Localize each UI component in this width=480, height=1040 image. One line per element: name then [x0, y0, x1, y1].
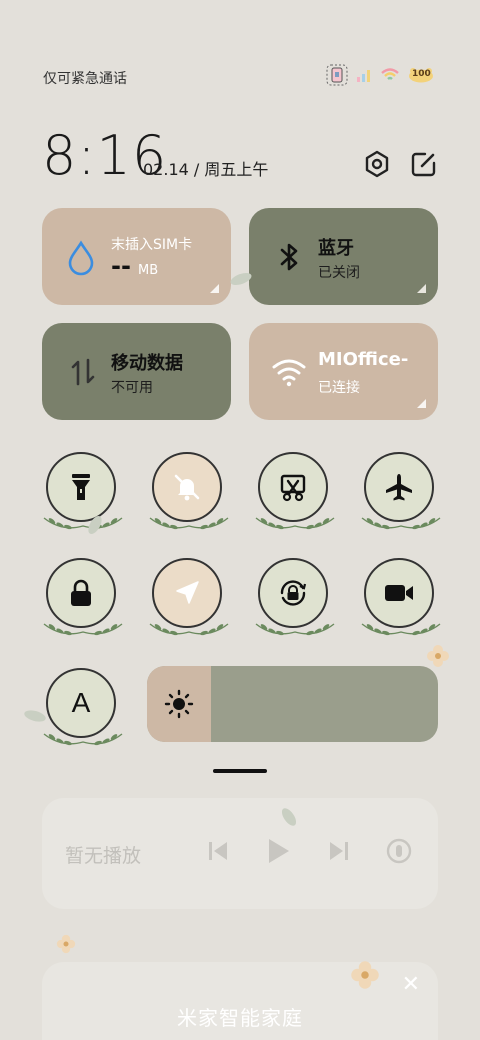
wifi-network-name: MIOffice- — [318, 349, 409, 370]
auto-brightness-label: A — [71, 687, 91, 718]
leaf-decoration — [149, 623, 229, 636]
location-arrow-icon — [176, 581, 199, 604]
lock-icon — [71, 579, 91, 606]
mobile-data-status: 不可用 — [111, 380, 153, 396]
next-icon[interactable] — [327, 836, 351, 866]
wifi-tile[interactable]: MIOffice- 已连接 — [249, 323, 438, 420]
previous-icon[interactable] — [206, 836, 230, 866]
mobile-data-title: 移动数据 — [111, 353, 183, 374]
brightness-slider[interactable] — [147, 666, 438, 742]
signal-icon — [357, 70, 370, 82]
screenshot-toggle[interactable] — [255, 452, 335, 530]
sim-status-label: 末插入SIM卡 — [111, 237, 193, 253]
data-transfer-icon — [71, 358, 95, 386]
status-icons: 100 — [326, 64, 434, 86]
flower-decoration — [56, 934, 76, 954]
screen-record-toggle[interactable] — [361, 558, 441, 636]
bluetooth-icon — [280, 243, 298, 271]
bell-off-icon — [174, 474, 200, 501]
sim-icon — [326, 64, 348, 86]
battery-level: 100 — [412, 69, 431, 79]
wifi-status: 已连接 — [318, 380, 360, 396]
water-drop-icon — [68, 240, 94, 276]
silent-mode-toggle[interactable] — [149, 452, 229, 530]
location-toggle[interactable] — [149, 558, 229, 636]
data-usage-unit: MB — [138, 263, 159, 278]
leaf-decoration — [24, 710, 46, 722]
leaf-decoration — [43, 733, 123, 746]
flashlight-icon — [72, 474, 90, 500]
data-usage-value: -- — [111, 252, 131, 280]
expand-corner-icon — [210, 284, 219, 293]
leaf-decoration — [149, 517, 229, 530]
flower-decoration — [427, 645, 449, 667]
drag-handle[interactable] — [213, 769, 267, 773]
flower-decoration — [351, 961, 379, 989]
leaf-decoration — [361, 517, 441, 530]
edit-icon[interactable] — [409, 149, 439, 179]
wifi-status-icon — [381, 68, 399, 80]
bluetooth-title: 蓝牙 — [318, 238, 354, 259]
wifi-icon — [272, 359, 306, 387]
media-status: 暂无播放 — [65, 845, 142, 867]
smart-home-title: 米家智能家庭 — [177, 1006, 303, 1030]
media-player-card[interactable]: 暂无播放 — [42, 798, 438, 909]
mobile-data-tile[interactable]: 移动数据 不可用 — [42, 323, 231, 420]
bluetooth-status: 已关闭 — [318, 265, 360, 281]
sun-icon — [164, 689, 194, 719]
leaf-decoration — [361, 623, 441, 636]
leaf-decoration — [230, 272, 252, 286]
expand-corner-icon — [417, 399, 426, 408]
mobile-data-usage-tile[interactable]: 末插入SIM卡 -- MB — [42, 208, 231, 305]
leaf-decoration — [43, 623, 123, 636]
rotation-lock-toggle[interactable] — [255, 558, 335, 636]
bluetooth-tile[interactable]: 蓝牙 已关闭 — [249, 208, 438, 305]
close-icon[interactable]: ✕ — [402, 972, 420, 997]
auto-brightness-toggle[interactable]: A — [43, 668, 123, 746]
lock-screen-toggle[interactable] — [43, 558, 123, 636]
play-icon[interactable] — [264, 836, 292, 866]
rotation-lock-icon — [280, 580, 307, 606]
brightness-fill — [147, 666, 211, 742]
video-camera-icon — [385, 585, 413, 601]
scissors-icon — [280, 474, 306, 502]
clock-date: 02.14 / 周五上午 — [143, 160, 269, 179]
battery-indicator: 100 — [408, 67, 434, 83]
leaf-decoration — [255, 623, 335, 636]
leaf-decoration — [43, 517, 123, 530]
airplane-mode-toggle[interactable] — [361, 452, 441, 530]
leaf-decoration — [255, 517, 335, 530]
leaf-decoration — [281, 808, 297, 826]
leaf-decoration — [88, 515, 102, 535]
settings-icon[interactable] — [362, 149, 392, 179]
cast-audio-icon[interactable] — [384, 836, 414, 866]
carrier-status: 仅可紧急通话 — [43, 71, 127, 87]
expand-corner-icon — [417, 284, 426, 293]
airplane-icon — [386, 474, 412, 501]
